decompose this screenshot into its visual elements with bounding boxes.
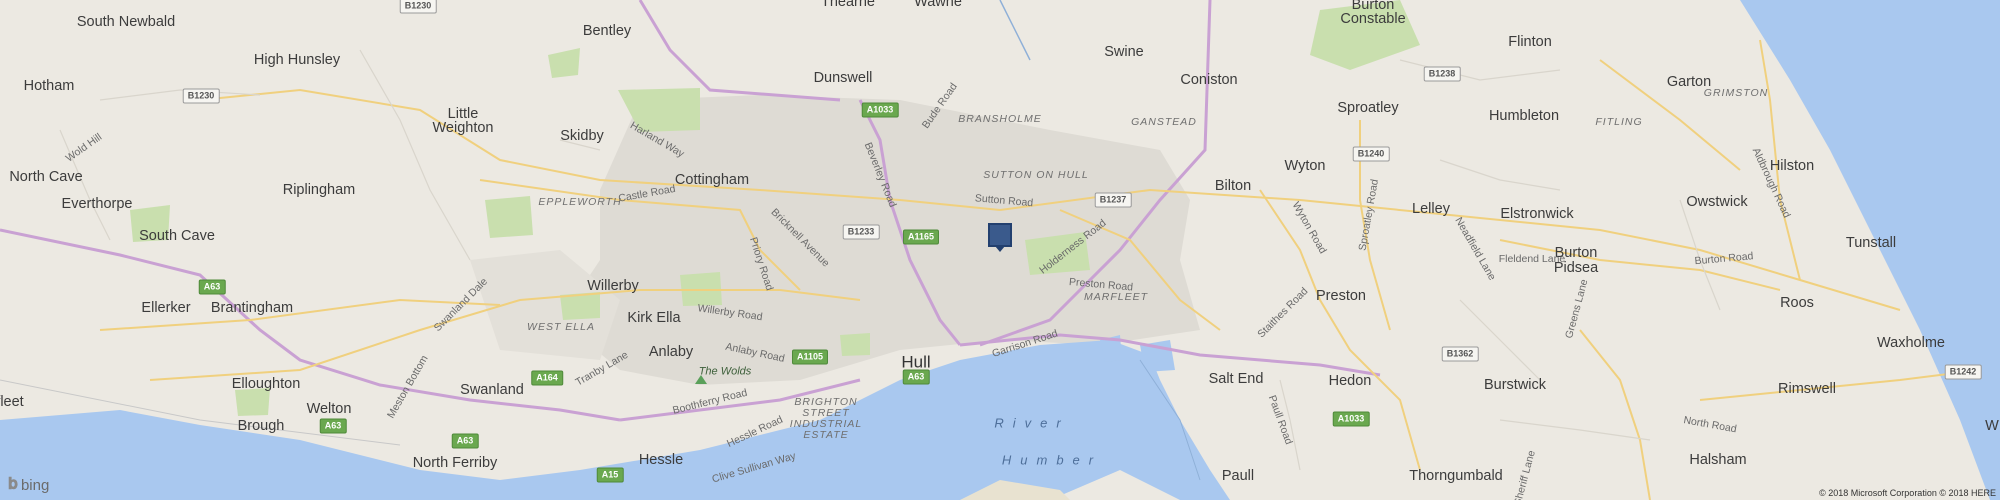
road-shield-b1230: B1230 [182,88,220,104]
place-label-burstwick: Burstwick [1483,376,1547,393]
place-label-rimswell: Rimswell [1778,380,1836,397]
map-canvas[interactable]: South Newbald Bentley Thearne Wawne High… [0,0,2000,500]
district-label-ganstead: GANSTEAD [1131,115,1197,128]
road-label-fleldend-lane: Fleldend Lane [1498,252,1566,265]
place-label-halsham: Halsham [1689,451,1747,468]
place-label-brough: Brough [237,417,285,434]
place-label-cottingham: Cottingham [674,171,750,188]
district-label-bransholme: BRANSHOLME [958,112,1042,125]
road-shield-a164: A164 [531,370,563,386]
place-label-dunswell: Dunswell [813,69,873,86]
place-label-coniston: Coniston [1180,71,1238,88]
district-label-marfleet: MARFLEET [1083,290,1149,303]
road-shield-b1238: B1238 [1423,66,1461,82]
place-label-weighton: Weighton [432,119,494,136]
place-label-kirk-ella: Kirk Ella [627,309,681,326]
road-shield-a63: A63 [319,418,347,434]
place-label-salt-end: Salt End [1208,370,1264,387]
place-label-north-cave: North Cave [9,168,83,185]
place-label-swanland: Swanland [460,381,524,398]
place-label-hotham: Hotham [23,77,75,94]
road-shield-a15: A15 [596,467,624,483]
road-shield-b1240: B1240 [1352,146,1390,162]
place-label-willerby: Willerby [587,277,639,294]
place-label-wyton: Wyton [1284,157,1326,174]
road-shield-a1165: A1165 [902,229,940,245]
place-label-thearne: Thearne [820,0,876,10]
place-label-anlaby: Anlaby [648,343,694,360]
place-label-tunstall: Tunstall [1845,234,1897,251]
bing-logo-icon: 𝐛 [8,476,18,493]
district-label-industrial: INDUSTRIAL [789,417,863,430]
place-label-swine: Swine [1104,43,1144,60]
water-label-river: River [994,415,1070,431]
road-shield-a1105: A1105 [791,349,829,365]
place-label-hessle: Hessle [638,451,684,468]
district-label-street: STREET [802,406,850,419]
place-label-riplingham: Riplingham [282,181,356,198]
road-shield-a63: A63 [451,433,479,449]
place-label-skidby: Skidby [560,127,604,144]
place-label-north-ferriby: North Ferriby [412,454,498,471]
place-label-bentley: Bentley [582,22,632,39]
location-pin-icon[interactable] [988,223,1012,247]
place-label-high-hunsley: High Hunsley [253,51,341,68]
place-label-brantingham: Brantingham [210,299,294,316]
place-label-ellerker: Ellerker [141,299,191,316]
location-pin-tip [995,246,1005,252]
place-label-owstwick: Owstwick [1686,193,1748,210]
road-shield-b1237: B1237 [1094,192,1132,208]
district-label-west-ella: WEST ELLA [527,320,595,333]
road-shield-b1362: B1362 [1441,346,1479,362]
place-label-paull: Paull [1221,467,1255,484]
place-label-w: W [1985,417,1999,434]
place-label-south-newbald: South Newbald [76,13,176,30]
place-label-preston: Preston [1316,287,1366,304]
place-label-thorngumbald: Thorngumbald [1409,467,1503,484]
place-label-hull: Hull [901,352,931,372]
road-shield-b1233: B1233 [842,224,880,240]
road-shield-b1242: B1242 [1944,364,1982,380]
place-label-bilton: Bilton [1214,177,1252,194]
district-label-fitling: FITLING [1595,115,1643,128]
place-label-fleet: fleet [0,393,24,410]
place-label-hilston: Hilston [1769,157,1815,174]
place-label-sproatley: Sproatley [1337,99,1399,116]
road-shield-a1033: A1033 [861,102,899,118]
copyright-notice: © 2018 Microsoft Corporation © 2018 HERE [1819,488,1996,498]
place-label-waxholme: Waxholme [1877,334,1945,351]
road-shield-a63: A63 [902,369,930,385]
road-shield-a63: A63 [198,279,226,295]
place-label-south-cave: South Cave [139,227,215,244]
road-shield-a1033: A1033 [1332,411,1370,427]
place-label-constable: Constable [1340,10,1406,27]
district-label-estate: ESTATE [803,428,849,441]
district-label-grimston: GRIMSTON [1703,86,1769,99]
bing-logo[interactable]: 𝐛 bing [8,476,49,494]
bing-brand-label: bing [20,476,50,494]
place-label-flinton: Flinton [1508,33,1552,50]
place-label-elstronwick: Elstronwick [1500,205,1574,222]
place-label-humbleton: Humbleton [1488,107,1560,124]
district-label-brighton: BRIGHTON [794,395,858,408]
place-label-everthorpe: Everthorpe [61,195,133,212]
place-label-hedon: Hedon [1328,372,1372,389]
park-label-the-wolds: The Wolds [698,365,752,378]
road-shield-b1230: B1230 [399,0,437,14]
place-label-wawne: Wawne [914,0,962,10]
district-label-eppleworth: EPPLEWORTH [538,195,622,208]
district-label-sutton-on-hull: SUTTON ON HULL [983,168,1089,181]
place-label-welton: Welton [306,400,352,417]
place-label-lelley: Lelley [1412,200,1450,217]
place-label-elloughton: Elloughton [231,375,301,392]
place-label-roos: Roos [1780,294,1814,311]
water-label-humber: Humber [1001,452,1103,468]
